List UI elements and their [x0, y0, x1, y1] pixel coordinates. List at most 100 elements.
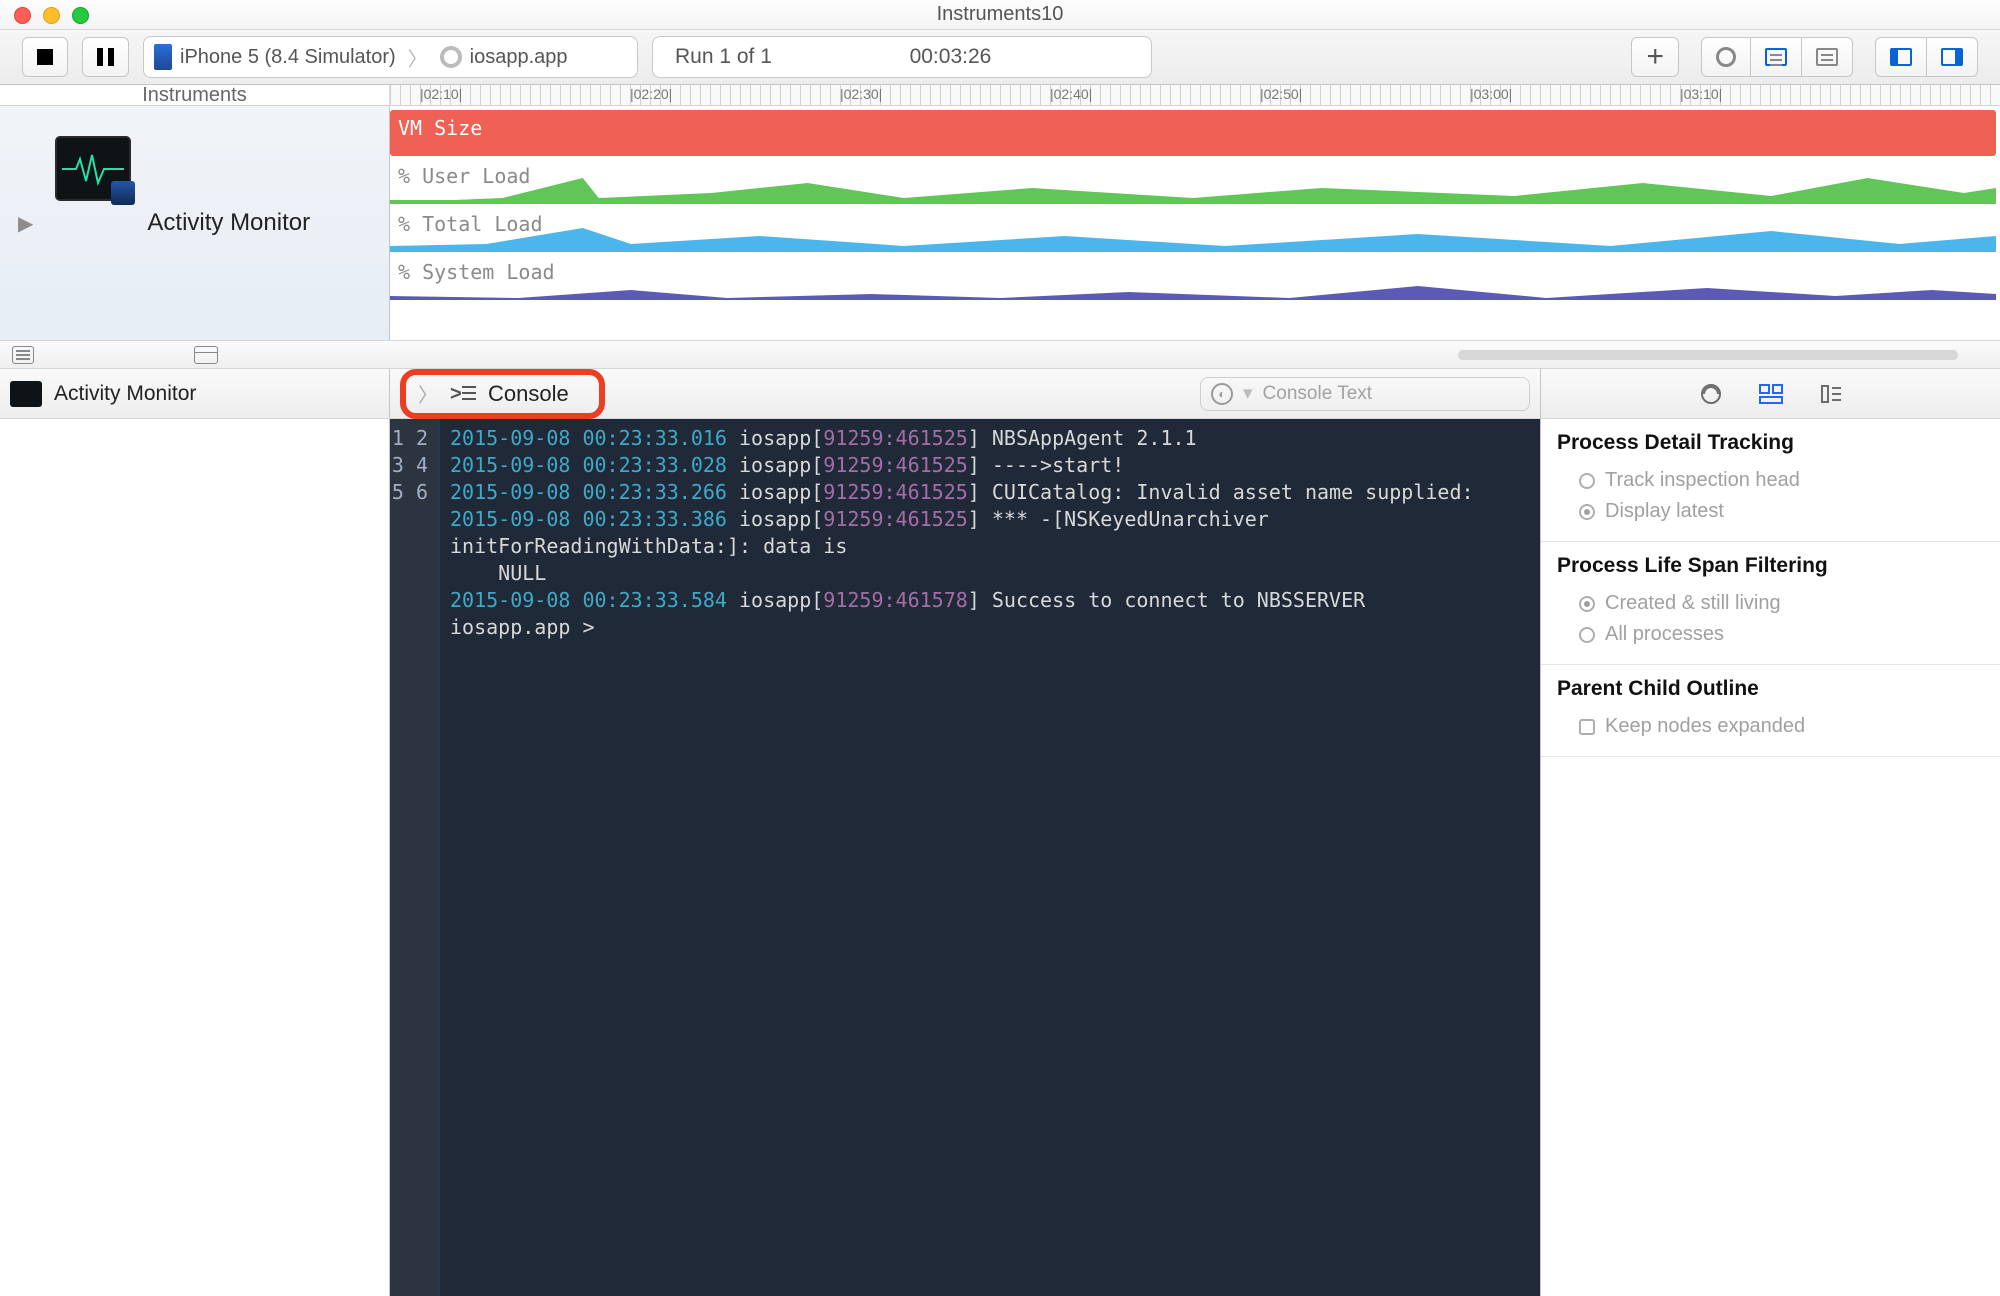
console-tab-label: Console: [488, 381, 569, 407]
inspector-extended-icon[interactable]: [1818, 381, 1844, 407]
track-sidebar[interactable]: ▶ Activity Monitor: [0, 106, 390, 340]
opt-created-still-living[interactable]: Created & still living: [1557, 588, 1984, 619]
mini-window-icon[interactable]: [194, 346, 218, 364]
console-pane: 〉 Console ◐ ▾ Console Text 1 2 3 4 5 6 2…: [390, 369, 1540, 1296]
target-selector[interactable]: iPhone 5 (8.4 Simulator) 〉 iosapp.app: [143, 36, 638, 78]
target-app: iosapp.app: [470, 46, 568, 69]
strategy-segment: [1701, 37, 1853, 77]
line-gutter: 1 2 3 4 5 6: [390, 419, 440, 1296]
view-segment: [1875, 37, 1978, 77]
detail-header-label: Activity Monitor: [54, 382, 196, 406]
console-search-placeholder: Console Text: [1263, 383, 1373, 405]
minimize-icon[interactable]: [43, 7, 60, 24]
run-elapsed: 00:03:26: [910, 45, 992, 69]
ruler-tick: |02:40|: [1050, 86, 1092, 102]
opt-track-inspection-head[interactable]: Track inspection head: [1557, 465, 1984, 496]
option-label: Track inspection head: [1605, 469, 1800, 492]
ruler-tick: |03:10|: [1680, 86, 1722, 102]
track-total-load[interactable]: % Total Load: [390, 206, 1996, 252]
tracks: VM Size % User Load % Total Load % Syste…: [390, 106, 2000, 340]
inspector: Process Detail Tracking Track inspection…: [1540, 369, 2000, 1296]
zoom-icon[interactable]: [72, 7, 89, 24]
inspector-display-icon[interactable]: [1758, 381, 1784, 407]
stop-icon: [37, 49, 53, 65]
console-body[interactable]: 1 2 3 4 5 6 2015-09-08 00:23:33.016 iosa…: [390, 419, 1540, 1296]
radio-icon: [1579, 473, 1595, 489]
app-icon: [440, 46, 462, 68]
mini-detail-icon[interactable]: [12, 346, 34, 364]
console-icon: [450, 383, 476, 405]
record-stop-button[interactable]: [22, 37, 68, 77]
option-label: Keep nodes expanded: [1605, 715, 1805, 738]
inspector-head: [1541, 369, 2000, 419]
window-title: Instruments10: [937, 3, 1064, 26]
track-label: % System Load: [398, 260, 555, 284]
chevron-right-icon: 〉: [418, 379, 438, 408]
ruler-tick: |02:20|: [630, 86, 672, 102]
chk-keep-nodes-expanded[interactable]: Keep nodes expanded: [1557, 711, 1984, 742]
section-process-detail-tracking: Process Detail Tracking: [1541, 419, 2000, 461]
timeline-scrollbar[interactable]: [1458, 350, 1958, 360]
strategy-threads-button[interactable]: [1750, 37, 1801, 77]
option-label: Display latest: [1605, 500, 1724, 523]
device-icon: [154, 44, 172, 70]
track-label: % Total Load: [398, 212, 543, 236]
strategy-keyboard-button[interactable]: [1801, 37, 1853, 77]
checkbox-icon: [1579, 719, 1595, 735]
gear-icon: [1716, 47, 1736, 67]
track-label: VM Size: [398, 116, 482, 140]
window-controls: [14, 7, 89, 24]
detail-header[interactable]: Activity Monitor: [0, 369, 389, 419]
opt-display-latest[interactable]: Display latest: [1557, 496, 1984, 527]
option-label: All processes: [1605, 623, 1724, 646]
pause-icon: [97, 48, 114, 66]
lines-icon: [1765, 48, 1787, 66]
radio-icon: [1579, 627, 1595, 643]
track-name: Activity Monitor: [147, 209, 310, 237]
view-left-button[interactable]: [1875, 37, 1926, 77]
radio-icon: [1579, 504, 1595, 520]
console-search[interactable]: ◐ ▾ Console Text: [1200, 377, 1530, 411]
toolbar: iPhone 5 (8.4 Simulator) 〉 iosapp.app Ru…: [0, 30, 2000, 85]
ruler-tick: |03:00|: [1470, 86, 1512, 102]
run-status[interactable]: Run 1 of 1 00:03:26: [652, 36, 1152, 78]
section-process-life-span: Process Life Span Filtering: [1541, 542, 2000, 584]
chevron-right-icon: 〉: [404, 43, 432, 72]
pause-button[interactable]: [82, 37, 129, 77]
track-area: ▶ Activity Monitor VM Size % User Load %…: [0, 106, 2000, 341]
radio-icon: [1579, 596, 1595, 612]
instruments-label: Instruments: [0, 85, 390, 106]
time-ruler[interactable]: |02:10| |02:20| |02:30| |02:40| |02:50| |03:0…: [390, 85, 2000, 106]
midbar: [0, 341, 2000, 369]
detail-sidebar: Activity Monitor: [0, 369, 390, 1296]
add-instrument-button[interactable]: +: [1631, 37, 1679, 77]
close-icon[interactable]: [14, 7, 31, 24]
ruler-tick: |02:10|: [420, 86, 462, 102]
titlebar: Instruments10: [0, 0, 2000, 30]
console-tab[interactable]: 〉 Console: [400, 369, 605, 419]
disclosure-icon[interactable]: ▶: [18, 211, 33, 236]
inspector-record-icon[interactable]: [1698, 381, 1724, 407]
track-user-load[interactable]: % User Load: [390, 158, 1996, 204]
strategy-cpu-button[interactable]: [1701, 37, 1750, 77]
track-system-load[interactable]: % System Load: [390, 254, 1996, 300]
activity-monitor-mini-icon: [10, 381, 42, 407]
option-label: Created & still living: [1605, 592, 1781, 615]
track-vm-size[interactable]: VM Size: [390, 110, 1996, 156]
activity-monitor-icon: [55, 136, 131, 201]
scope-icon: ◐: [1211, 383, 1233, 405]
panel-right-icon: [1941, 48, 1963, 66]
dropdown-icon: ▾: [1243, 382, 1253, 405]
section-parent-child-outline: Parent Child Outline: [1541, 665, 2000, 707]
view-right-button[interactable]: [1926, 37, 1978, 77]
target-device: iPhone 5 (8.4 Simulator): [180, 46, 396, 69]
opt-all-processes[interactable]: All processes: [1557, 619, 1984, 650]
plus-icon: +: [1646, 40, 1664, 74]
ruler-tick: |02:50|: [1260, 86, 1302, 102]
console-header: 〉 Console ◐ ▾ Console Text: [390, 369, 1540, 419]
track-label: % User Load: [398, 164, 530, 188]
panel-left-icon: [1890, 48, 1912, 66]
run-label: Run 1 of 1: [675, 45, 772, 69]
console-output: 2015-09-08 00:23:33.016 iosapp[91259:461…: [440, 419, 1540, 1296]
ruler-tick: |02:30|: [840, 86, 882, 102]
